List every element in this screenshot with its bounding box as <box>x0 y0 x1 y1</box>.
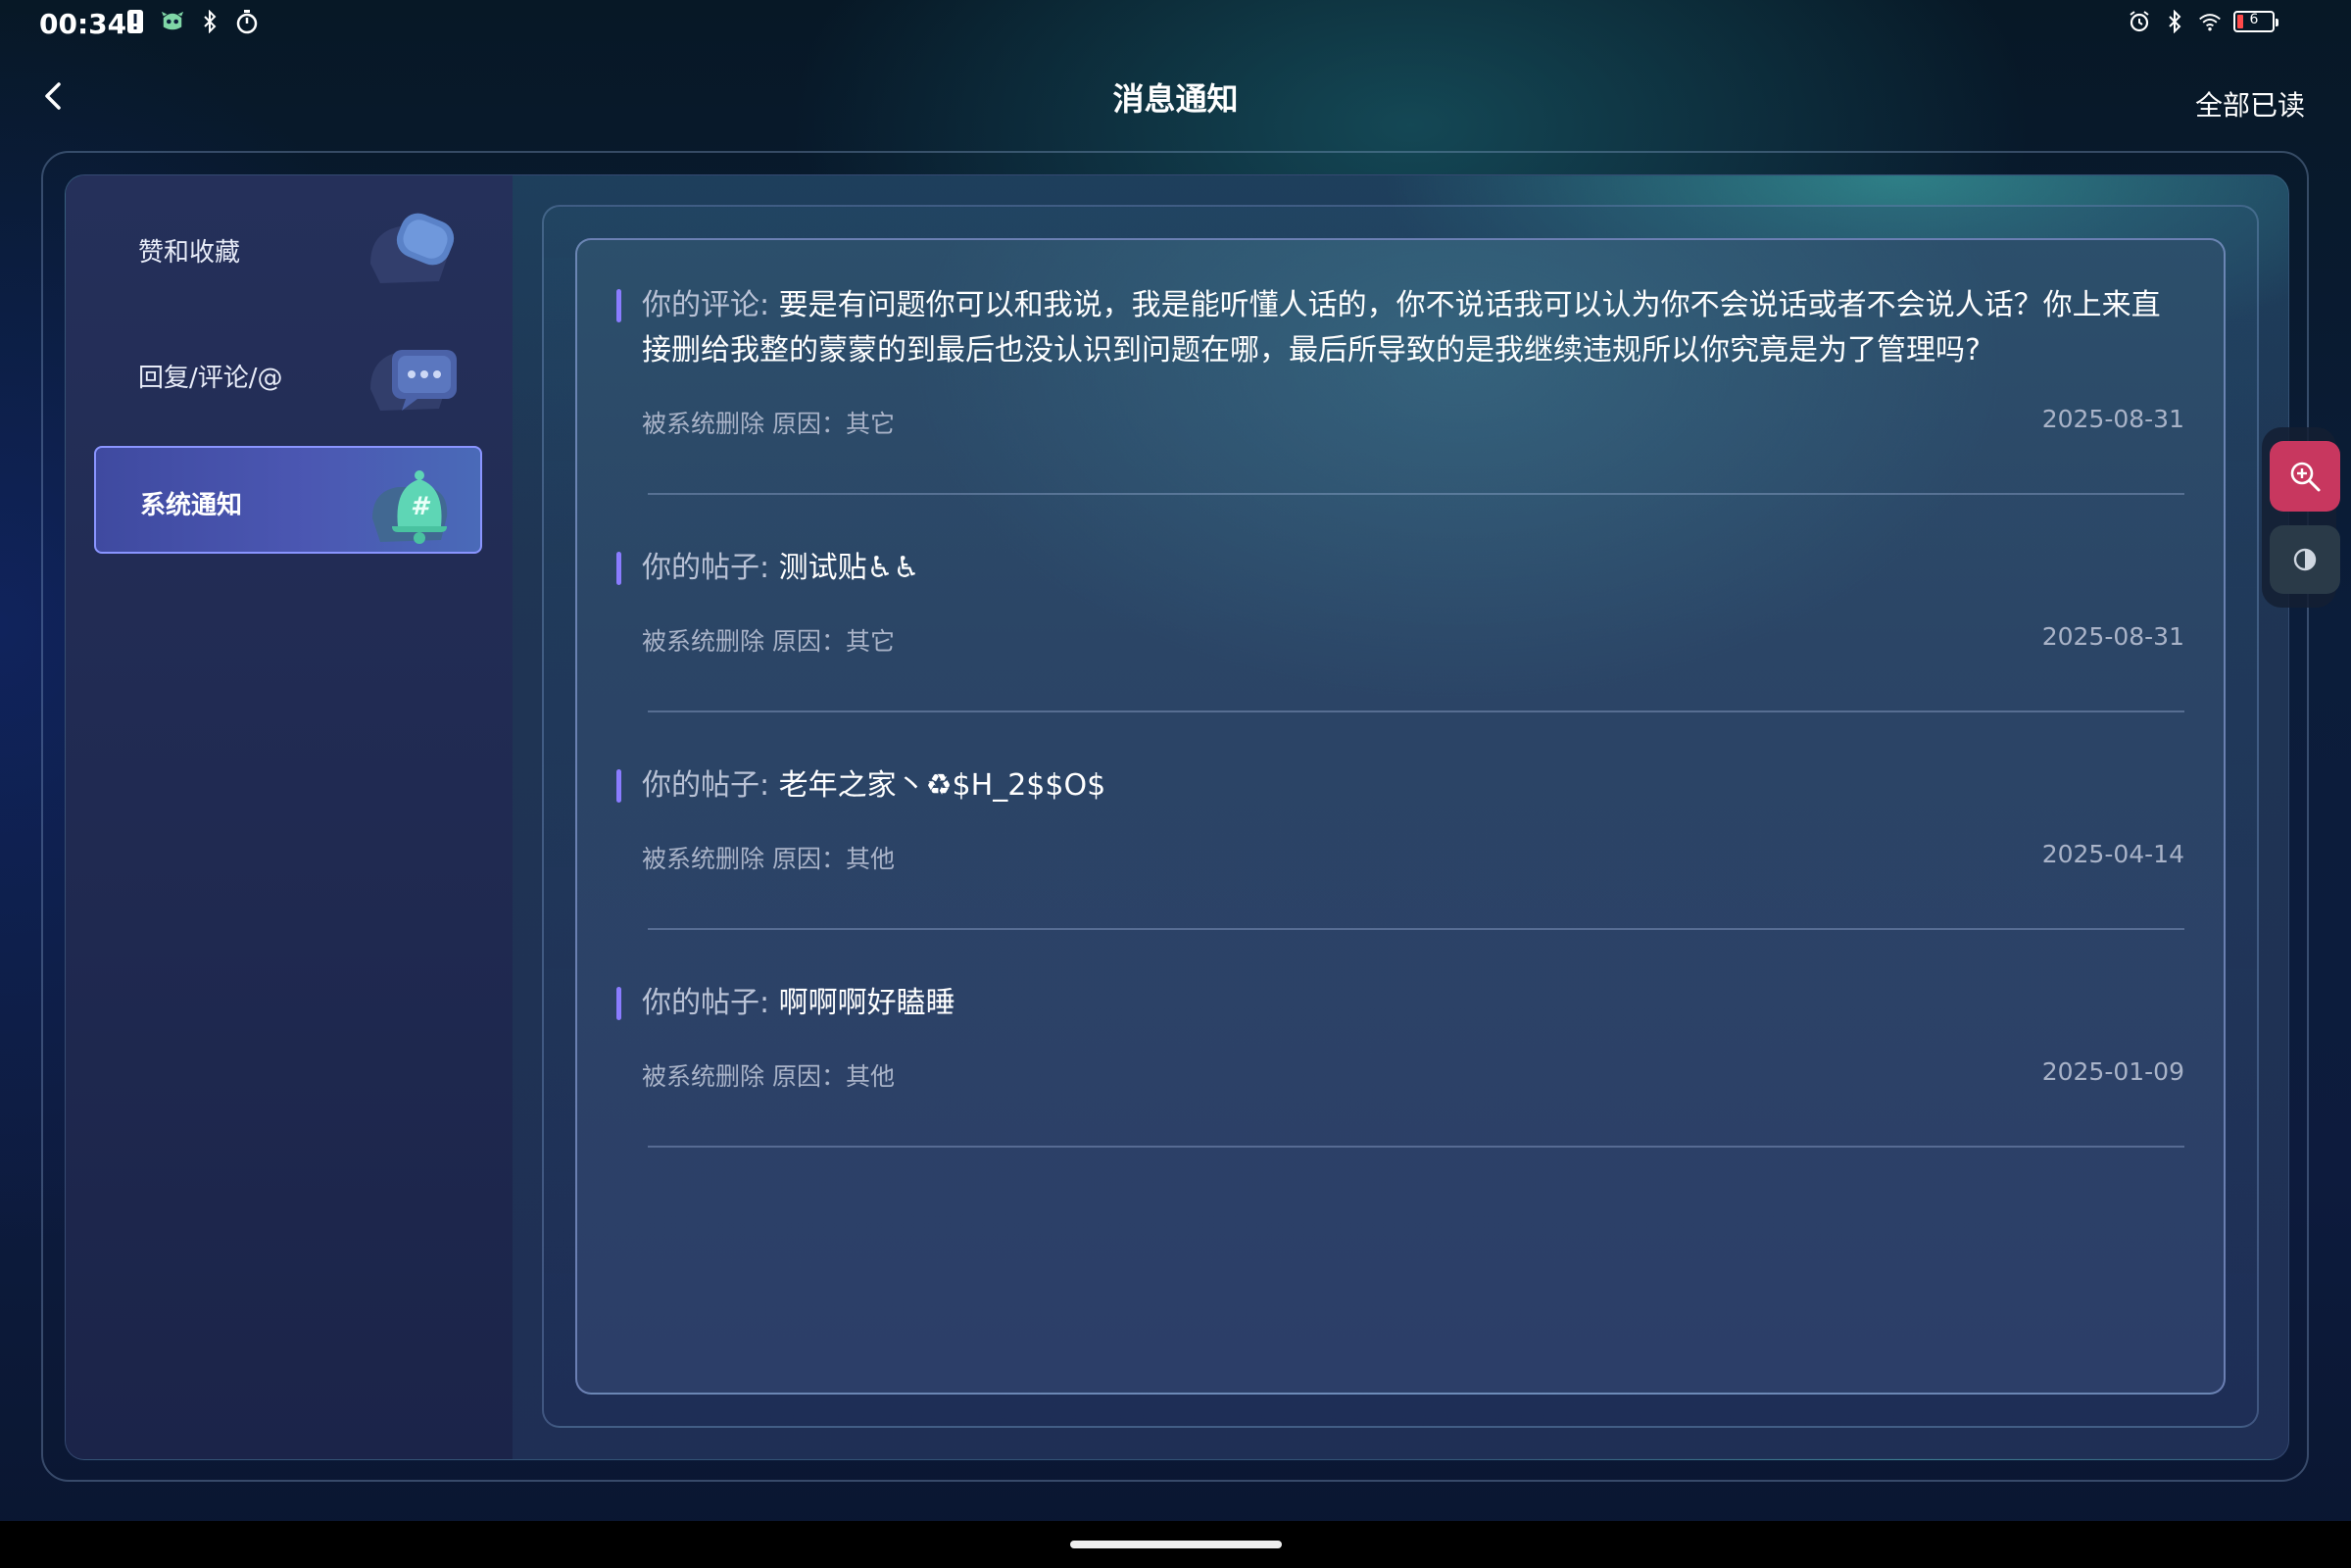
battery-level: 6 <box>2249 12 2259 27</box>
chat-bubble-icon <box>370 350 457 411</box>
message-content: 老年之家丶♻$H_2$$O$ <box>778 768 1106 803</box>
app-notification-icon <box>161 8 184 35</box>
like-tag-icon <box>370 213 455 283</box>
divider <box>648 493 2184 495</box>
message-date: 2025-04-14 <box>2041 840 2184 868</box>
zoom-button[interactable] <box>2270 441 2340 512</box>
message-meta: 被系统删除 原因：其它 <box>642 410 895 438</box>
sidebar-item-replies[interactable]: 回复/评论/@ <box>94 320 482 428</box>
message-content: 要是有问题你可以和我说，我是能听懂人话的，你不说话我可以认为你不会说话或者不会说… <box>642 288 2161 368</box>
svg-text:#: # <box>411 492 431 521</box>
bluetooth-icon <box>198 8 221 35</box>
sidebar-item-system[interactable]: 系统通知 # <box>94 446 482 554</box>
content-container: 赞和收藏 回复/评论/@ 系统通知 # 你的评论: 要是有问题你可以和我说，我是… <box>65 174 2289 1460</box>
divider <box>648 1146 2184 1148</box>
status-left-icons <box>123 8 259 35</box>
message-content: 啊啊啊好瞌睡 <box>778 986 955 1020</box>
message-prefix: 你的帖子: <box>642 551 770 585</box>
notification-list: 你的评论: 要是有问题你可以和我说，我是能听懂人话的，你不说话我可以认为你不会说… <box>575 238 2226 1395</box>
status-right-icons: 6 <box>2128 8 2278 35</box>
home-indicator[interactable] <box>1070 1541 1282 1548</box>
message-prefix: 你的帖子: <box>642 986 770 1020</box>
sidebar-item-label: 系统通知 <box>140 491 243 520</box>
message-date: 2025-01-09 <box>2041 1057 2184 1086</box>
contrast-button[interactable] <box>2270 525 2340 594</box>
sidebar-item-likes[interactable]: 赞和收藏 <box>94 195 482 303</box>
divider <box>648 928 2184 930</box>
accent-bar <box>616 552 621 585</box>
message-date: 2025-08-31 <box>2041 405 2184 433</box>
status-bar: 00:34 6 <box>0 0 2351 49</box>
message-text: 你的帖子: 测试贴♿♿ <box>642 546 2171 591</box>
message-text: 你的帖子: 啊啊啊好瞌睡 <box>642 981 2171 1026</box>
zoom-icon <box>2290 462 2321 492</box>
contrast-icon <box>2293 548 2317 571</box>
alarm-icon <box>2128 8 2151 35</box>
mark-all-read-button[interactable]: 全部已读 <box>2195 84 2305 123</box>
sidebar-item-label: 回复/评论/@ <box>138 364 283 393</box>
message-text: 你的评论: 要是有问题你可以和我说，我是能听懂人话的，你不说话我可以认为你不会说… <box>642 283 2171 373</box>
status-time: 00:34 <box>39 8 127 40</box>
accent-bar <box>616 769 621 803</box>
message-meta: 被系统删除 原因：其它 <box>642 627 895 656</box>
sidebar: 赞和收藏 回复/评论/@ 系统通知 # <box>66 175 513 1459</box>
alert-icon <box>123 8 147 35</box>
message-meta: 被系统删除 原因：其他 <box>642 845 895 873</box>
message-text: 你的帖子: 老年之家丶♻$H_2$$O$ <box>642 763 2171 808</box>
sidebar-item-label: 赞和收藏 <box>138 238 241 268</box>
accent-bar <box>616 289 621 322</box>
timer-icon <box>235 8 259 35</box>
bell-icon: # <box>372 470 448 544</box>
page-title: 消息通知 <box>1112 80 1239 118</box>
battery-icon: 6 <box>2233 11 2278 32</box>
message-content: 测试贴♿♿ <box>778 551 920 585</box>
message-prefix: 你的评论: <box>642 288 770 322</box>
accent-bar <box>616 987 621 1020</box>
message-meta: 被系统删除 原因：其他 <box>642 1062 895 1091</box>
floating-toolbar <box>2262 427 2340 608</box>
bluetooth-icon <box>2163 8 2186 35</box>
message-prefix: 你的帖子: <box>642 768 770 803</box>
divider <box>648 710 2184 712</box>
wifi-icon <box>2198 8 2222 35</box>
message-date: 2025-08-31 <box>2041 622 2184 651</box>
